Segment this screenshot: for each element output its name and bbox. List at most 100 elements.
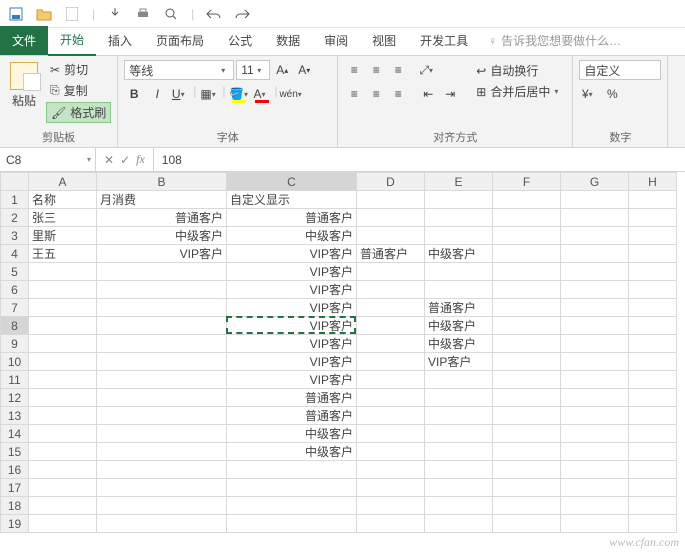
row-header-12[interactable]: 12 bbox=[1, 389, 29, 407]
cell-A11[interactable] bbox=[29, 371, 97, 389]
tab-开始[interactable]: 开始 bbox=[48, 25, 96, 56]
indent-inc-button[interactable]: ⇥ bbox=[440, 84, 460, 104]
col-header-A[interactable]: A bbox=[29, 173, 97, 191]
cell-B6[interactable] bbox=[97, 281, 227, 299]
cell-C13[interactable]: 普通客户 bbox=[227, 407, 357, 425]
row-header-15[interactable]: 15 bbox=[1, 443, 29, 461]
merge-center-button[interactable]: ⊞合并后居中▾ bbox=[472, 81, 566, 102]
touch-icon[interactable] bbox=[107, 6, 123, 22]
cell-A1[interactable]: 名称 bbox=[29, 191, 97, 209]
cell-D15[interactable] bbox=[357, 443, 425, 461]
row-header-14[interactable]: 14 bbox=[1, 425, 29, 443]
cell-A13[interactable] bbox=[29, 407, 97, 425]
cell-A10[interactable] bbox=[29, 353, 97, 371]
cell-D6[interactable] bbox=[357, 281, 425, 299]
open-icon[interactable] bbox=[36, 6, 52, 22]
col-header-D[interactable]: D bbox=[357, 173, 425, 191]
col-header-B[interactable]: B bbox=[97, 173, 227, 191]
worksheet-grid[interactable]: ABCDEFGH1名称月消费自定义显示2张三普通客户普通客户3里斯中级客户中级客… bbox=[0, 172, 685, 554]
cell-C1[interactable]: 自定义显示 bbox=[227, 191, 357, 209]
cut-button[interactable]: ✂剪切 bbox=[46, 60, 111, 79]
cell-H5[interactable] bbox=[629, 263, 677, 281]
cell-C12[interactable]: 普通客户 bbox=[227, 389, 357, 407]
cell-B10[interactable] bbox=[97, 353, 227, 371]
tab-视图[interactable]: 视图 bbox=[360, 26, 408, 55]
cell-H8[interactable] bbox=[629, 317, 677, 335]
currency-button[interactable]: ¥▾ bbox=[579, 84, 599, 104]
cell-F8[interactable] bbox=[493, 317, 561, 335]
cell-A15[interactable] bbox=[29, 443, 97, 461]
cell-E16[interactable] bbox=[425, 461, 493, 479]
row-header-4[interactable]: 4 bbox=[1, 245, 29, 263]
cell-D10[interactable] bbox=[357, 353, 425, 371]
cell-C18[interactable] bbox=[227, 497, 357, 515]
align-left-button[interactable]: ≡ bbox=[344, 84, 364, 104]
row-header-5[interactable]: 5 bbox=[1, 263, 29, 281]
cell-C10[interactable]: VIP客户 bbox=[227, 353, 357, 371]
cell-E14[interactable] bbox=[425, 425, 493, 443]
cell-G6[interactable] bbox=[561, 281, 629, 299]
redo-icon[interactable] bbox=[234, 6, 250, 22]
cell-C2[interactable]: 普通客户 bbox=[227, 209, 357, 227]
cell-D1[interactable] bbox=[357, 191, 425, 209]
tab-审阅[interactable]: 审阅 bbox=[312, 26, 360, 55]
cell-G14[interactable] bbox=[561, 425, 629, 443]
row-header-9[interactable]: 9 bbox=[1, 335, 29, 353]
cell-H6[interactable] bbox=[629, 281, 677, 299]
enter-icon[interactable]: ✓ bbox=[120, 153, 130, 167]
col-header-C[interactable]: C bbox=[227, 173, 357, 191]
row-header-7[interactable]: 7 bbox=[1, 299, 29, 317]
row-header-18[interactable]: 18 bbox=[1, 497, 29, 515]
row-header-16[interactable]: 16 bbox=[1, 461, 29, 479]
cell-F19[interactable] bbox=[493, 515, 561, 533]
tab-数据[interactable]: 数据 bbox=[264, 26, 312, 55]
cell-A4[interactable]: 王五 bbox=[29, 245, 97, 263]
cell-H4[interactable] bbox=[629, 245, 677, 263]
cell-F12[interactable] bbox=[493, 389, 561, 407]
tab-开发工具[interactable]: 开发工具 bbox=[408, 26, 480, 55]
cell-A7[interactable] bbox=[29, 299, 97, 317]
cell-D5[interactable] bbox=[357, 263, 425, 281]
cell-G8[interactable] bbox=[561, 317, 629, 335]
cell-F11[interactable] bbox=[493, 371, 561, 389]
cell-E19[interactable] bbox=[425, 515, 493, 533]
row-header-19[interactable]: 19 bbox=[1, 515, 29, 533]
row-header-2[interactable]: 2 bbox=[1, 209, 29, 227]
align-center-button[interactable]: ≡ bbox=[366, 84, 386, 104]
cell-C4[interactable]: VIP客户 bbox=[227, 245, 357, 263]
cell-H11[interactable] bbox=[629, 371, 677, 389]
cell-B12[interactable] bbox=[97, 389, 227, 407]
cell-B1[interactable]: 月消费 bbox=[97, 191, 227, 209]
format-painter-button[interactable]: 🖌格式刷 bbox=[46, 102, 111, 123]
phonetic-button[interactable]: wén▾ bbox=[281, 84, 301, 104]
cell-B19[interactable] bbox=[97, 515, 227, 533]
cell-B16[interactable] bbox=[97, 461, 227, 479]
cell-G17[interactable] bbox=[561, 479, 629, 497]
cell-H9[interactable] bbox=[629, 335, 677, 353]
col-header-H[interactable]: H bbox=[629, 173, 677, 191]
cell-G11[interactable] bbox=[561, 371, 629, 389]
cell-D11[interactable] bbox=[357, 371, 425, 389]
tab-页面布局[interactable]: 页面布局 bbox=[144, 26, 216, 55]
tab-公式[interactable]: 公式 bbox=[216, 26, 264, 55]
cell-D18[interactable] bbox=[357, 497, 425, 515]
cell-E11[interactable] bbox=[425, 371, 493, 389]
cell-G4[interactable] bbox=[561, 245, 629, 263]
cell-F1[interactable] bbox=[493, 191, 561, 209]
cell-G5[interactable] bbox=[561, 263, 629, 281]
fx-icon[interactable]: fx bbox=[136, 152, 145, 167]
cell-C15[interactable]: 中级客户 bbox=[227, 443, 357, 461]
cell-G16[interactable] bbox=[561, 461, 629, 479]
tell-me[interactable]: ♀告诉我您想要做什么… bbox=[480, 26, 629, 55]
cell-A2[interactable]: 张三 bbox=[29, 209, 97, 227]
cell-C9[interactable]: VIP客户 bbox=[227, 335, 357, 353]
cell-C5[interactable]: VIP客户 bbox=[227, 263, 357, 281]
cell-E12[interactable] bbox=[425, 389, 493, 407]
cell-G19[interactable] bbox=[561, 515, 629, 533]
cell-B2[interactable]: 普通客户 bbox=[97, 209, 227, 227]
cell-C7[interactable]: VIP客户 bbox=[227, 299, 357, 317]
cell-F4[interactable] bbox=[493, 245, 561, 263]
save-icon[interactable] bbox=[8, 6, 24, 22]
cell-H13[interactable] bbox=[629, 407, 677, 425]
cell-E1[interactable] bbox=[425, 191, 493, 209]
